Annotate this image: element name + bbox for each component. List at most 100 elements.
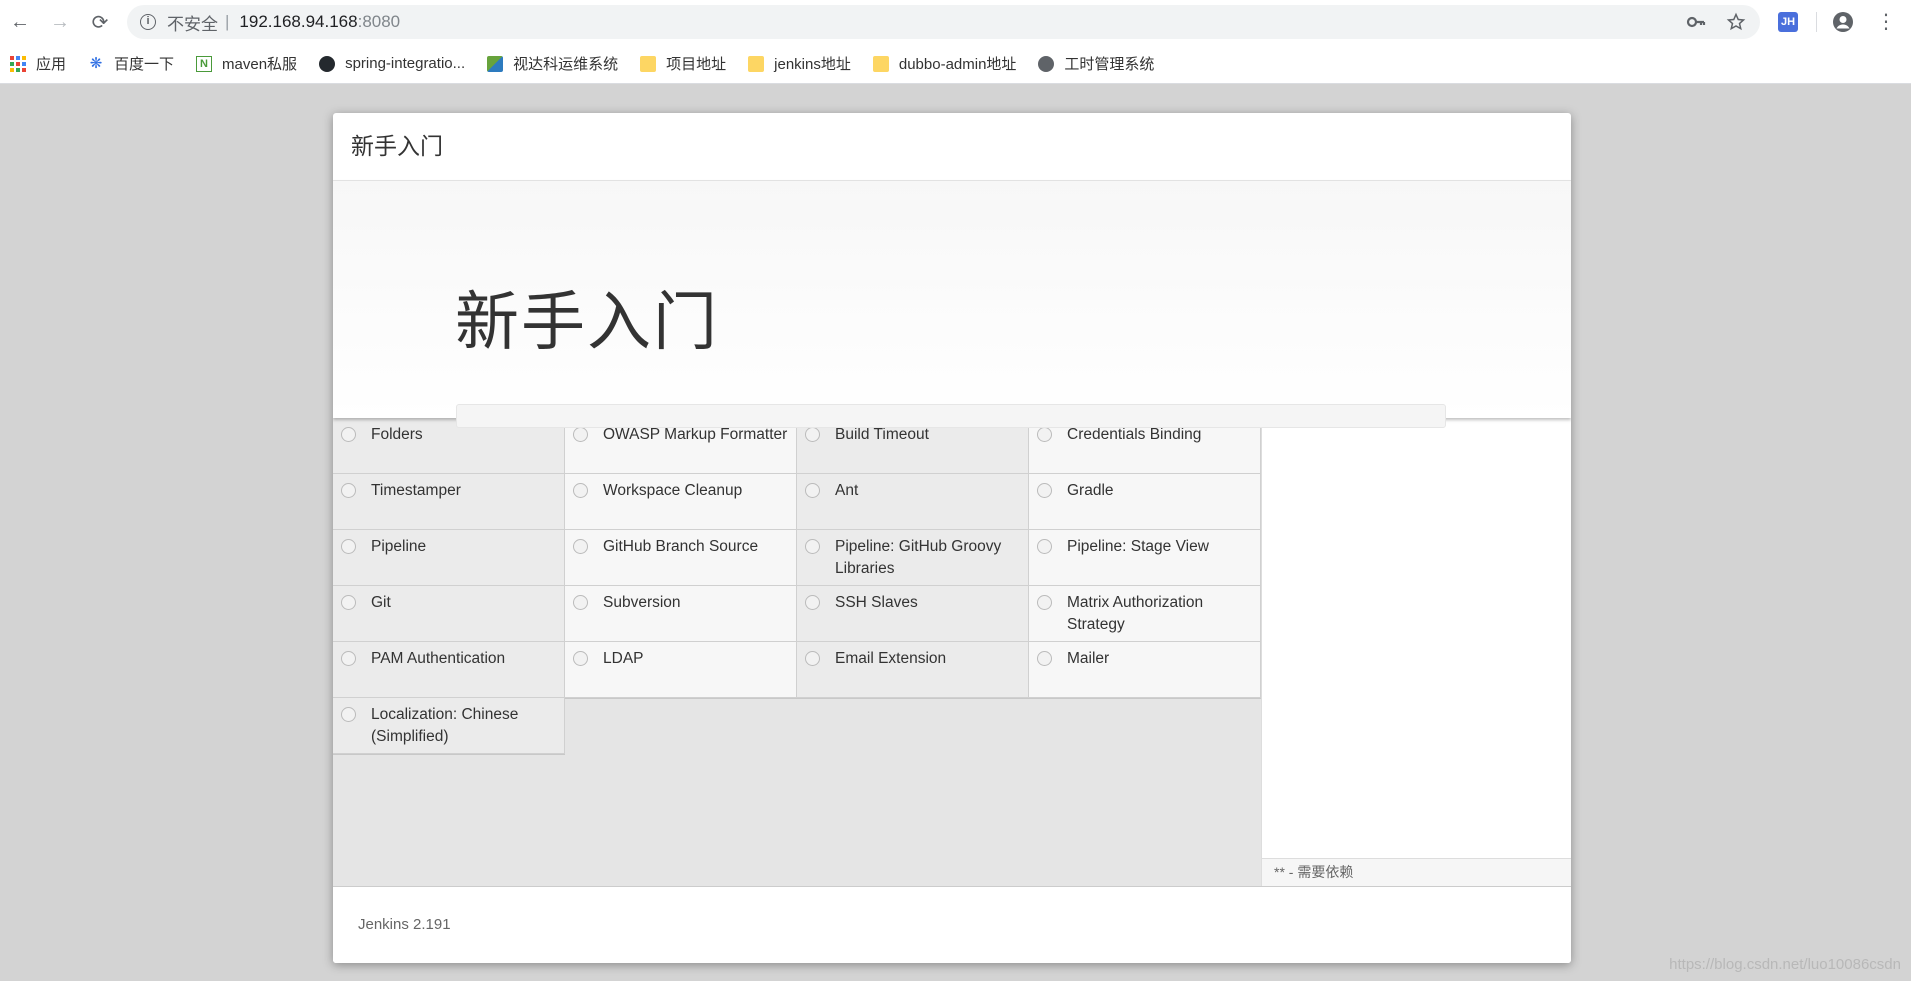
browser-menu-icon[interactable]: ⋮ <box>1876 9 1896 35</box>
plugin-name: GitHub Branch Source <box>603 538 759 555</box>
plugin-name: Localization: Chinese (Simplified) <box>371 706 519 745</box>
plugin-item: Subversion <box>565 586 797 642</box>
bookmark-label: jenkins地址 <box>774 56 851 73</box>
install-progress-bar <box>456 404 1446 428</box>
plugin-item: GitHub Branch Source <box>565 530 797 586</box>
plugin-status-radio-icon <box>341 483 356 498</box>
plugin-name: Workspace Cleanup <box>603 482 743 499</box>
plugin-name: Pipeline: GitHub Groovy Libraries <box>835 538 1002 577</box>
info-icon[interactable]: i <box>140 14 156 30</box>
plugin-name: Pipeline: Stage View <box>1067 538 1209 555</box>
browser-toolbar: ← → ⟳ i 不安全 | 192.168.94.168:8080 JH ⋮ <box>0 0 1911 44</box>
plugin-status-radio-icon <box>805 595 820 610</box>
bookmark-jenkins[interactable]: jenkins地址 <box>748 53 851 74</box>
plugin-item: Matrix Authorization Strategy <box>1029 586 1261 642</box>
plugin-status-radio-icon <box>341 595 356 610</box>
forward-button[interactable]: → <box>40 0 80 44</box>
plugin-name: Credentials Binding <box>1067 426 1202 443</box>
bookmark-label: 应用 <box>36 56 67 73</box>
plugin-name: Build Timeout <box>835 426 929 443</box>
back-button[interactable]: ← <box>0 0 40 44</box>
bookmark-label: 工时管理系统 <box>1064 56 1155 73</box>
plugin-item: Git <box>333 586 565 642</box>
dialog-footer: Jenkins 2.191 <box>333 886 1571 963</box>
folder-icon <box>872 55 889 72</box>
back-arrow-icon: ← <box>10 10 30 33</box>
plugin-name: Ant <box>835 482 859 499</box>
github-icon <box>319 55 336 72</box>
folder-icon <box>748 55 765 72</box>
plugin-item: Mailer <box>1029 642 1261 698</box>
bookmark-baidu[interactable]: ❋ 百度一下 <box>88 53 174 74</box>
plugin-status-radio-icon <box>573 651 588 666</box>
hero-banner: 新手入门 <box>333 181 1571 418</box>
bookmark-label: 百度一下 <box>114 56 175 73</box>
plugin-name: PAM Authentication <box>371 650 506 667</box>
plugin-name: Folders <box>371 426 423 443</box>
bookmark-label: dubbo-admin地址 <box>898 56 1017 73</box>
plugin-status-radio-icon <box>1037 427 1052 442</box>
forward-arrow-icon: → <box>50 10 70 33</box>
plugin-item: Gradle <box>1029 474 1261 530</box>
plugin-status-radio-icon <box>341 707 356 722</box>
plugin-status-radio-icon <box>573 483 588 498</box>
bookmark-project[interactable]: 项目地址 <box>640 53 726 74</box>
plugin-item: LDAP <box>565 642 797 698</box>
globe-icon <box>1038 55 1055 72</box>
plugin-item: Pipeline <box>333 530 565 586</box>
plugin-status-radio-icon <box>573 539 588 554</box>
plugin-status-radio-icon <box>573 427 588 442</box>
plugin-item: Localization: Chinese (Simplified) <box>333 698 565 754</box>
setup-wizard-dialog: 新手入门 新手入门 Folders OWASP Markup Formatter B… <box>333 113 1571 963</box>
plugin-list: Folders OWASP Markup Formatter Build Timeo… <box>333 418 1261 886</box>
plugin-status-radio-icon <box>1037 595 1052 610</box>
plugin-name: Timestamper <box>371 482 461 499</box>
url-host: 192.168.94.168 <box>239 12 358 31</box>
plugin-item: Email Extension <box>797 642 1029 698</box>
apps-icon <box>10 55 26 72</box>
url-port: :8080 <box>357 12 401 31</box>
plugin-status-radio-icon <box>341 427 356 442</box>
bookmark-label: 视达科运维系统 <box>513 56 619 73</box>
plugin-status-radio-icon <box>1037 483 1052 498</box>
plugin-name: OWASP Markup Formatter <box>603 426 788 443</box>
bookmark-apps[interactable]: 应用 <box>10 53 66 74</box>
bookmark-label: 项目地址 <box>666 56 727 73</box>
plugin-status-radio-icon <box>805 651 820 666</box>
plugin-name: Mailer <box>1067 650 1110 667</box>
address-bar[interactable]: i 不安全 | 192.168.94.168:8080 <box>127 5 1760 39</box>
plugin-status-radio-icon <box>1037 651 1052 666</box>
toolbar-divider <box>1816 12 1817 32</box>
bookmark-label: maven私服 <box>222 56 298 73</box>
reload-button[interactable]: ⟳ <box>80 0 120 44</box>
bookmark-timesheet[interactable]: 工时管理系统 <box>1038 53 1154 74</box>
plugin-item: SSH Slaves <box>797 586 1029 642</box>
plugin-name: Email Extension <box>835 650 947 667</box>
jh-extension-icon[interactable]: JH <box>1778 12 1798 32</box>
plugin-item: PAM Authentication <box>333 642 565 698</box>
plugin-status-radio-icon <box>805 539 820 554</box>
bookmark-ops[interactable]: 视达科运维系统 <box>487 53 618 74</box>
plugin-name: LDAP <box>603 650 644 667</box>
dialog-title: 新手入门 <box>333 113 1571 181</box>
hero-title: 新手入门 <box>455 286 719 360</box>
plugin-name: SSH Slaves <box>835 594 918 611</box>
bookmark-maven[interactable]: N maven私服 <box>196 53 297 74</box>
plugin-status-radio-icon <box>341 539 356 554</box>
star-icon[interactable] <box>1726 12 1746 32</box>
bookmark-spring[interactable]: spring-integratio... <box>319 55 465 72</box>
plugin-status-radio-icon <box>1037 539 1052 554</box>
plugin-item: Pipeline: GitHub Groovy Libraries <box>797 530 1029 586</box>
profile-avatar-icon[interactable] <box>1832 11 1854 33</box>
plugin-name: Matrix Authorization Strategy <box>1067 594 1204 633</box>
reload-icon: ⟳ <box>91 11 109 34</box>
plugin-status-radio-icon <box>805 427 820 442</box>
bookmarks-bar: 应用 ❋ 百度一下 N maven私服 spring-integratio...… <box>0 44 1911 84</box>
plugin-name: Pipeline <box>371 538 427 555</box>
vmware-icon <box>487 55 504 72</box>
key-icon[interactable] <box>1686 12 1706 32</box>
dependency-note: ** - 需要依赖 <box>1262 858 1571 886</box>
plugin-name: Gradle <box>1067 482 1114 499</box>
bookmark-dubbo[interactable]: dubbo-admin地址 <box>872 53 1017 74</box>
security-label: 不安全 <box>167 14 218 34</box>
